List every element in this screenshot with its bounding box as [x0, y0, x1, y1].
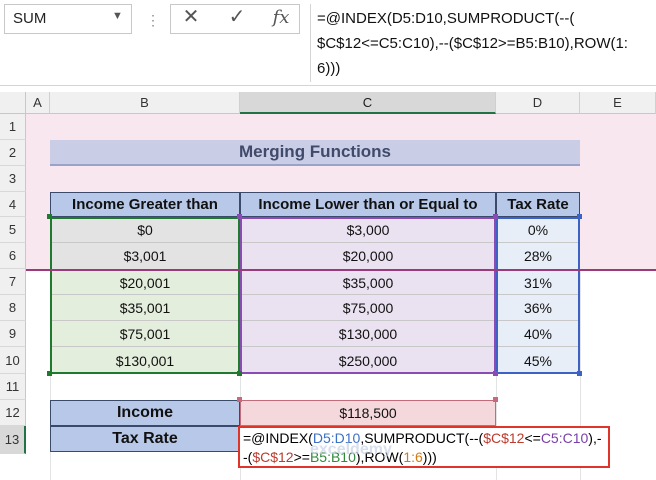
formula-line-3: 6))) [317, 60, 341, 77]
formula-text: ))) [422, 449, 437, 465]
row-header-11[interactable]: 11 [0, 374, 26, 400]
header-income-greater[interactable]: Income Greater than [50, 192, 240, 217]
resize-handle[interactable] [237, 214, 242, 219]
header-income-lower[interactable]: Income Lower than or Equal to [240, 192, 496, 217]
row-header-1[interactable]: 1 [0, 114, 26, 140]
row-header-12[interactable]: 12 [0, 400, 26, 426]
income-label[interactable]: Income [50, 400, 240, 426]
tax-rate-label[interactable]: Tax Rate [50, 426, 240, 452]
row-header-2[interactable]: 2 [0, 140, 26, 166]
row-header-10[interactable]: 10 [0, 347, 26, 374]
formula-line-2: $C$12<=C5:C10),--($C$12>=B5:B10),ROW(1: [317, 35, 628, 52]
row-header-13[interactable]: 13 [0, 426, 26, 454]
watermark-logo: exceldemy [310, 441, 392, 458]
income-value[interactable]: $118,500 [240, 400, 496, 426]
row-header-3[interactable]: 3 [0, 166, 26, 192]
row-header-4[interactable]: 4 [0, 192, 26, 217]
resize-handle[interactable] [577, 214, 582, 219]
resize-handle[interactable] [493, 371, 498, 376]
column-header-e[interactable]: E [580, 92, 656, 114]
formula-text: =@INDEX( [243, 430, 313, 446]
formula-text: >= [293, 449, 310, 465]
row-header-8[interactable]: 8 [0, 295, 26, 321]
more-options-icon[interactable]: ⋮ [146, 12, 161, 29]
resize-handle[interactable] [493, 214, 498, 219]
header-tax-rate[interactable]: Tax Rate [496, 192, 580, 217]
row-header-9[interactable]: 9 [0, 321, 26, 347]
row-header-7[interactable]: 7 [0, 269, 26, 295]
column-header-a[interactable]: A [26, 92, 50, 114]
reference-frame-b5-b10 [50, 217, 240, 374]
sheet-title[interactable]: Merging Functions [50, 140, 580, 166]
resize-handle[interactable] [577, 371, 582, 376]
formula-line-1: =@INDEX(D5:D10,SUMPRODUCT(--( [317, 10, 575, 27]
column-header-d[interactable]: D [496, 92, 580, 114]
select-all-corner[interactable] [0, 92, 26, 114]
formula-ref-c12: $C$12 [483, 430, 525, 446]
formula-ref-c5-c10: C5:C10 [540, 430, 589, 446]
insert-function-button[interactable]: fx [266, 7, 296, 28]
check-icon[interactable]: ✓ [222, 4, 252, 29]
resize-handle[interactable] [47, 214, 52, 219]
close-icon[interactable]: ✕ [176, 4, 206, 29]
row-header-6[interactable]: 6 [0, 243, 26, 269]
row-header-5[interactable]: 5 [0, 217, 26, 243]
formula-text: <= [524, 430, 541, 446]
column-header-b[interactable]: B [50, 92, 240, 114]
reference-frame-c5-c10 [240, 217, 496, 374]
highlight-border [26, 269, 656, 271]
formula-ref-rows: 1:6 [403, 449, 423, 465]
cell-edit-box[interactable]: =@INDEX(D5:D10,SUMPRODUCT(--($C$12<=C5:C… [238, 426, 610, 468]
resize-handle[interactable] [237, 397, 242, 402]
resize-handle[interactable] [493, 397, 498, 402]
formula-input[interactable]: =@INDEX(D5:D10,SUMPRODUCT(--( $C$12<=C5:C… [310, 4, 652, 82]
column-header-c[interactable]: C [240, 92, 496, 114]
chevron-down-icon[interactable]: ▼ [112, 10, 123, 22]
resize-handle[interactable] [237, 371, 242, 376]
reference-frame-d5-d10 [496, 217, 580, 374]
formula-ref-c12: $C$12 [252, 449, 294, 465]
resize-handle[interactable] [47, 371, 52, 376]
